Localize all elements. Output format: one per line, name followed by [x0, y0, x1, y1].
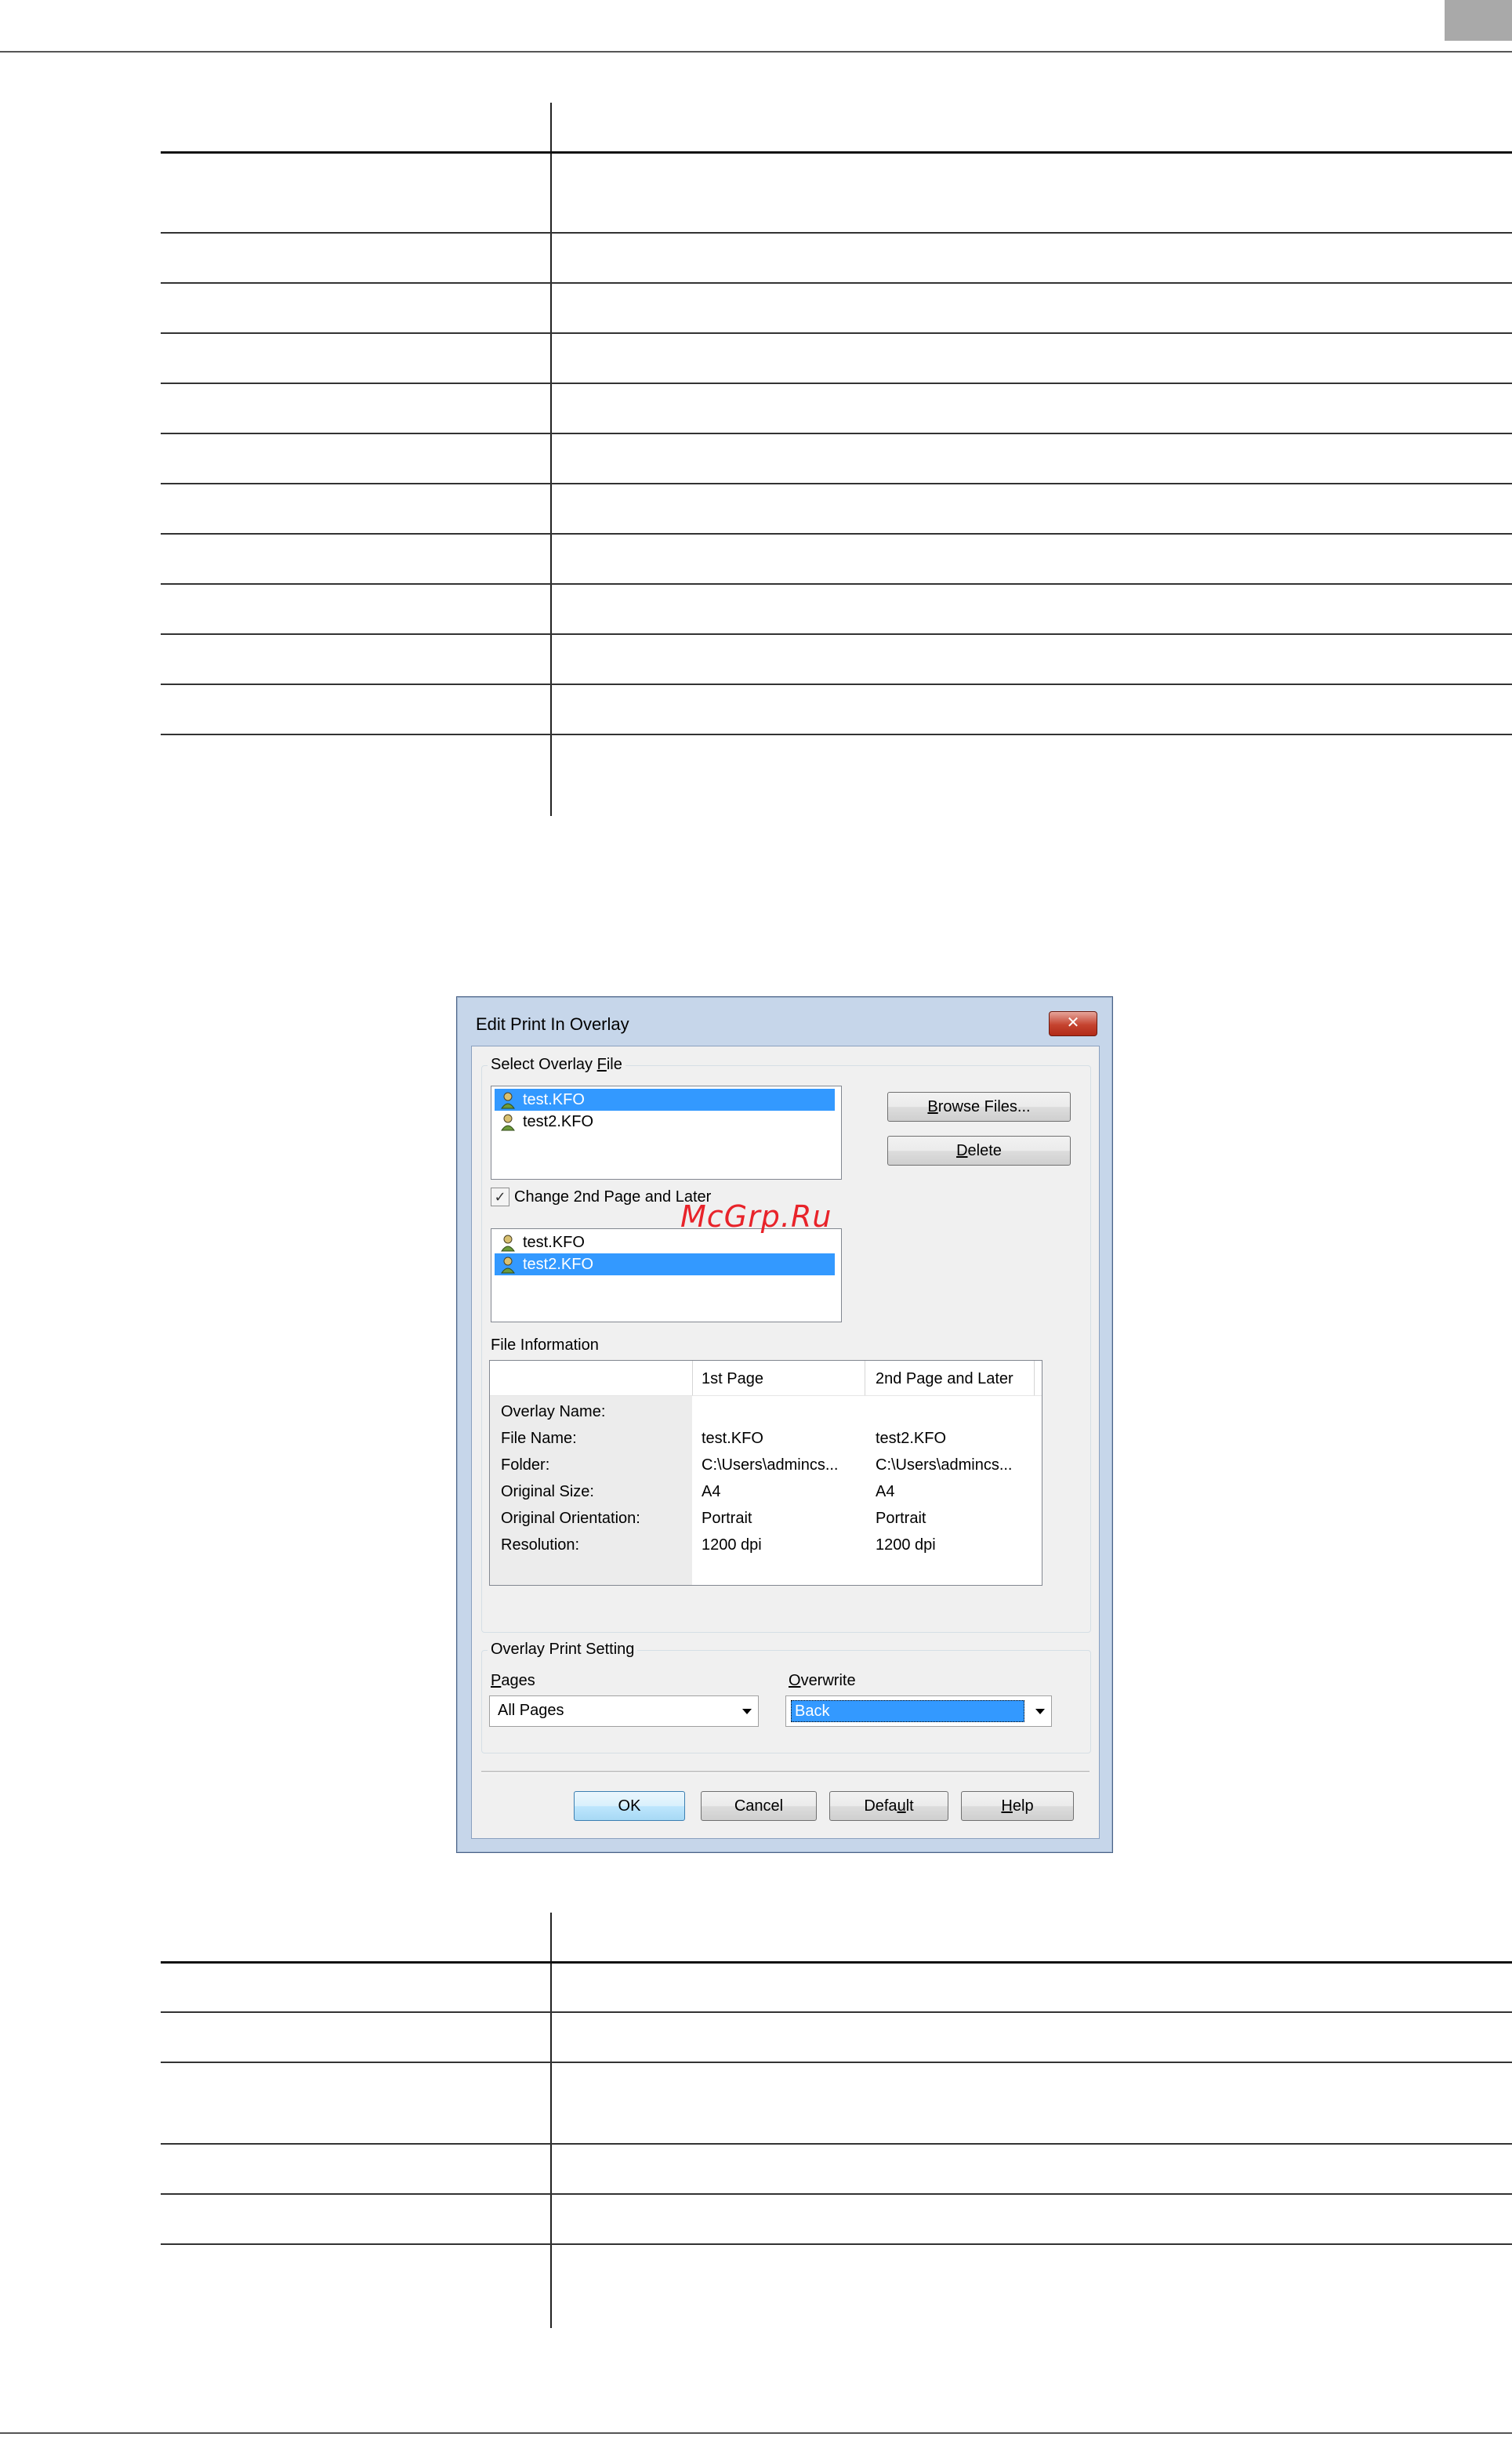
- list-item[interactable]: test2.KFO: [495, 1253, 835, 1275]
- edit-print-in-overlay-dialog: Edit Print In Overlay ✕ Select Overlay F…: [456, 996, 1113, 1853]
- row-label: File Name:: [501, 1430, 577, 1447]
- overwrite-select[interactable]: Back: [785, 1695, 1052, 1727]
- cancel-button[interactable]: Cancel: [701, 1791, 817, 1821]
- watermark-text: McGrp.Ru: [680, 1199, 832, 1234]
- page-corner-tab: [1445, 0, 1512, 41]
- row-value-2nd: A4: [876, 1483, 895, 1500]
- default-button[interactable]: Default: [829, 1791, 948, 1821]
- file-information-label: File Information: [491, 1336, 599, 1354]
- column-header-2nd-page: 2nd Page and Later: [876, 1370, 1013, 1387]
- dialog-title: Edit Print In Overlay: [476, 1014, 629, 1034]
- dropdown-arrow-icon: [742, 1709, 752, 1714]
- row-label: Overlay Name:: [501, 1403, 606, 1420]
- row-label: Resolution:: [501, 1536, 580, 1554]
- browse-files-button[interactable]: Browse Files...: [887, 1092, 1071, 1122]
- dialog-separator: [481, 1771, 1090, 1773]
- checkbox-check-icon: ✓: [494, 1189, 506, 1205]
- overlay-file-icon: [501, 1114, 515, 1131]
- change-2nd-page-checkbox[interactable]: ✓: [491, 1188, 509, 1206]
- row-value-1st: 1200 dpi: [702, 1536, 762, 1554]
- list-item[interactable]: test2.KFO: [495, 1111, 835, 1133]
- delete-button[interactable]: Delete: [887, 1136, 1071, 1166]
- row-value-2nd: Portrait: [876, 1510, 926, 1527]
- ok-button[interactable]: OK: [574, 1791, 685, 1821]
- dropdown-arrow-icon: [1035, 1709, 1045, 1714]
- row-value-1st: test.KFO: [702, 1430, 763, 1447]
- overlay-file-icon: [501, 1257, 515, 1274]
- row-value-1st: C:\Users\admincs...: [702, 1456, 839, 1474]
- row-value-1st: Portrait: [702, 1510, 752, 1527]
- select-overlay-file-label: Select Overlay File: [488, 1056, 625, 1074]
- overlay-file-icon: [501, 1092, 515, 1109]
- row-label: Original Size:: [501, 1483, 594, 1500]
- row-value-1st: A4: [702, 1483, 721, 1500]
- column-header-1st-page: 1st Page: [702, 1370, 763, 1387]
- row-label: Folder:: [501, 1456, 550, 1474]
- dialog-body: Select Overlay File test.KFO test2.KFO B…: [471, 1046, 1100, 1839]
- help-button[interactable]: Help: [961, 1791, 1074, 1821]
- overwrite-label: Overwrite: [789, 1672, 856, 1689]
- row-label: Original Orientation:: [501, 1510, 640, 1527]
- file-information-table: 1st Page 2nd Page and Later Overlay Name…: [489, 1360, 1042, 1586]
- row-value-2nd: 1200 dpi: [876, 1536, 936, 1554]
- list-item[interactable]: test.KFO: [495, 1231, 835, 1253]
- overlay-print-setting-label: Overlay Print Setting: [488, 1641, 638, 1659]
- close-icon[interactable]: ✕: [1049, 1011, 1097, 1036]
- first-page-file-list[interactable]: test.KFO test2.KFO: [491, 1086, 842, 1180]
- bottom-description-table: [161, 1913, 1512, 2328]
- header-rule: [0, 51, 1512, 53]
- list-item[interactable]: test.KFO: [495, 1089, 835, 1111]
- row-value-2nd: test2.KFO: [876, 1430, 947, 1447]
- second-page-file-list[interactable]: test.KFO test2.KFO: [491, 1228, 842, 1322]
- pages-label: Pages: [491, 1672, 535, 1689]
- overlay-file-icon: [501, 1235, 515, 1252]
- top-description-table: [161, 103, 1512, 816]
- footer-rule: [0, 2432, 1512, 2434]
- pages-select[interactable]: All Pages: [489, 1695, 759, 1727]
- row-value-2nd: C:\Users\admincs...: [876, 1456, 1013, 1474]
